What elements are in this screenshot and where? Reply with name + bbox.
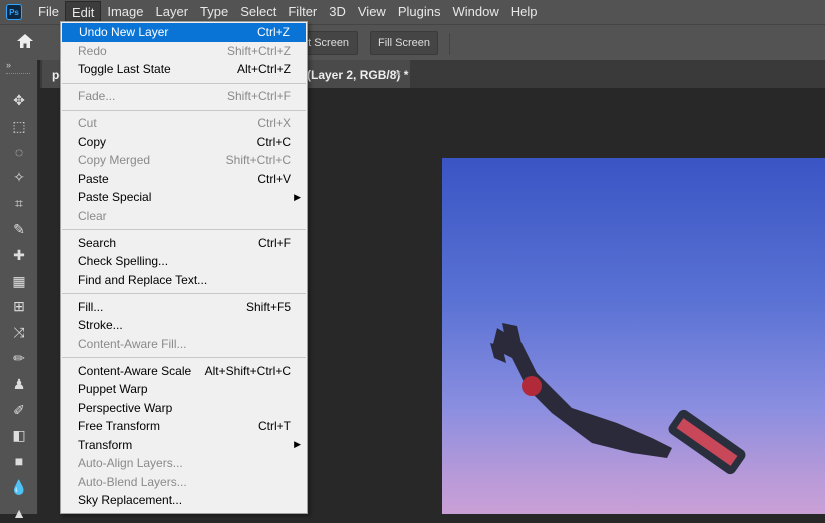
menu-item-copy-merged[interactable]: Copy Merged Shift+Ctrl+C: [61, 151, 307, 170]
home-icon[interactable]: [16, 33, 40, 53]
eraser-icon[interactable]: ◧: [9, 425, 29, 445]
menu-item-shortcut: Shift+Ctrl+C: [226, 153, 291, 167]
menu-separator: [62, 293, 306, 294]
menu-item-undo-new-layer[interactable]: Undo New Layer Ctrl+Z: [62, 23, 306, 42]
menu-item-shortcut: Ctrl+F: [258, 236, 291, 250]
eyedropper-icon[interactable]: ✎: [9, 219, 29, 239]
expand-panel-icon[interactable]: »: [6, 60, 11, 70]
menu-plugins[interactable]: Plugins: [392, 1, 447, 24]
menu-3d[interactable]: 3D: [323, 1, 352, 24]
content-aware-move-icon[interactable]: ⤨: [9, 322, 29, 342]
fill-screen-button[interactable]: Fill Screen: [370, 31, 438, 55]
menu-item-fade[interactable]: Fade... Shift+Ctrl+F: [61, 87, 307, 106]
menu-item-label: Check Spelling...: [78, 254, 168, 268]
menu-item-label: Content-Aware Scale: [78, 364, 191, 378]
blur-icon[interactable]: 💧: [9, 477, 29, 497]
marquee-icon[interactable]: ⬚: [9, 116, 29, 136]
history-brush-icon[interactable]: ✐: [9, 400, 29, 420]
menu-item-redo[interactable]: Redo Shift+Ctrl+Z: [61, 42, 307, 61]
patch-icon[interactable]: ▦: [9, 271, 29, 291]
menu-item-shortcut: Shift+Ctrl+Z: [227, 44, 291, 58]
menu-item-find-and-replace-text[interactable]: Find and Replace Text...: [61, 271, 307, 290]
submenu-arrow-icon: ▶: [294, 192, 301, 203]
dodge-icon[interactable]: ▲: [9, 503, 29, 523]
menu-item-label: Transform: [78, 438, 132, 452]
menu-item-label: Paste: [78, 172, 109, 186]
lasso-icon[interactable]: ◌: [9, 142, 29, 162]
move-icon[interactable]: ✥: [9, 90, 29, 110]
toolbox: » ✥⬚◌✧⌗✎✚▦⊞⤨✏♟✐◧■💧▲: [0, 60, 38, 514]
menu-item-paste[interactable]: Paste Ctrl+V: [61, 170, 307, 189]
menu-item-auto-align-layers[interactable]: Auto-Align Layers...: [61, 454, 307, 473]
menu-separator: [62, 229, 306, 230]
menu-item-label: Auto-Align Layers...: [78, 456, 183, 470]
divider: [449, 33, 450, 55]
menu-item-label: Search: [78, 236, 116, 250]
menu-separator: [62, 83, 306, 84]
menu-item-toggle-last-state[interactable]: Toggle Last State Alt+Ctrl+Z: [61, 60, 307, 79]
menu-item-label: Copy Merged: [78, 153, 150, 167]
menu-item-content-aware-fill[interactable]: Content-Aware Fill...: [61, 335, 307, 354]
frame-icon[interactable]: ⊞: [9, 296, 29, 316]
menu-item-shortcut: Ctrl+X: [257, 116, 291, 130]
menu-item-shortcut: Ctrl+T: [258, 419, 291, 433]
menu-view[interactable]: View: [352, 1, 392, 24]
menu-item-puppet-warp[interactable]: Puppet Warp: [61, 380, 307, 399]
menu-item-label: Free Transform: [78, 419, 160, 433]
gradient-icon[interactable]: ■: [9, 451, 29, 471]
menu-item-shortcut: Shift+Ctrl+F: [227, 89, 291, 103]
grip-icon[interactable]: [6, 73, 30, 75]
menu-item-fill[interactable]: Fill... Shift+F5: [61, 298, 307, 317]
magic-wand-icon[interactable]: ✧: [9, 167, 29, 187]
menu-item-shortcut: Alt+Shift+Ctrl+C: [205, 364, 291, 378]
menu-item-auto-blend-layers[interactable]: Auto-Blend Layers...: [61, 473, 307, 492]
menu-item-perspective-warp[interactable]: Perspective Warp: [61, 399, 307, 418]
menu-item-shortcut: Shift+F5: [246, 300, 291, 314]
menu-item-shortcut: Alt+Ctrl+Z: [237, 62, 291, 76]
photoshop-logo-icon: Ps: [6, 4, 22, 20]
menu-item-label: Cut: [78, 116, 97, 130]
menu-item-paste-special[interactable]: Paste Special ▶: [61, 188, 307, 207]
healing-brush-icon[interactable]: ✚: [9, 245, 29, 265]
menu-item-stroke[interactable]: Stroke...: [61, 316, 307, 335]
menu-help[interactable]: Help: [505, 1, 544, 24]
menu-item-shortcut: Ctrl+Z: [257, 25, 290, 39]
menu-item-label: Fill...: [78, 300, 103, 314]
menu-item-copy[interactable]: Copy Ctrl+C: [61, 133, 307, 152]
document-image[interactable]: [442, 158, 825, 514]
menu-item-label: Find and Replace Text...: [78, 273, 207, 287]
menu-item-label: Undo New Layer: [79, 25, 168, 39]
stamp-icon[interactable]: ♟: [9, 374, 29, 394]
menu-item-cut[interactable]: Cut Ctrl+X: [61, 114, 307, 133]
menu-item-label: Paste Special: [78, 190, 151, 204]
submenu-arrow-icon: ▶: [294, 439, 301, 450]
menu-item-label: Toggle Last State: [78, 62, 171, 76]
menu-item-check-spelling[interactable]: Check Spelling...: [61, 252, 307, 271]
menu-item-label: Sky Replacement...: [78, 493, 182, 507]
menu-item-label: Puppet Warp: [78, 382, 148, 396]
menu-item-shortcut: Ctrl+C: [257, 135, 291, 149]
menu-item-label: Stroke...: [78, 318, 123, 332]
menu-item-free-transform[interactable]: Free Transform Ctrl+T: [61, 417, 307, 436]
edit-menu: Undo New Layer Ctrl+Z Redo Shift+Ctrl+Z Togg…: [60, 21, 308, 514]
menu-item-label: Copy: [78, 135, 106, 149]
menu-item-label: Clear: [78, 209, 107, 223]
crop-icon[interactable]: ⌗: [9, 193, 29, 213]
menu-item-sky-replacement[interactable]: Sky Replacement...: [61, 491, 307, 510]
menu-item-transform[interactable]: Transform ▶: [61, 436, 307, 455]
menu-item-content-aware-scale[interactable]: Content-Aware Scale Alt+Shift+Ctrl+C: [61, 362, 307, 381]
menu-item-label: Perspective Warp: [78, 401, 172, 415]
menu-window[interactable]: Window: [446, 1, 504, 24]
menu-item-label: Redo: [78, 44, 107, 58]
menu-item-label: Auto-Blend Layers...: [78, 475, 187, 489]
menu-item-clear[interactable]: Clear: [61, 207, 307, 226]
menu-item-search[interactable]: Search Ctrl+F: [61, 234, 307, 253]
brush-icon[interactable]: ✏: [9, 348, 29, 368]
menu-item-label: Fade...: [78, 89, 115, 103]
close-tab-icon[interactable]: ×: [394, 66, 402, 81]
menu-item-label: Content-Aware Fill...: [78, 337, 187, 351]
menu-item-shortcut: Ctrl+V: [257, 172, 291, 186]
menu-separator: [62, 110, 306, 111]
menu-separator: [62, 357, 306, 358]
